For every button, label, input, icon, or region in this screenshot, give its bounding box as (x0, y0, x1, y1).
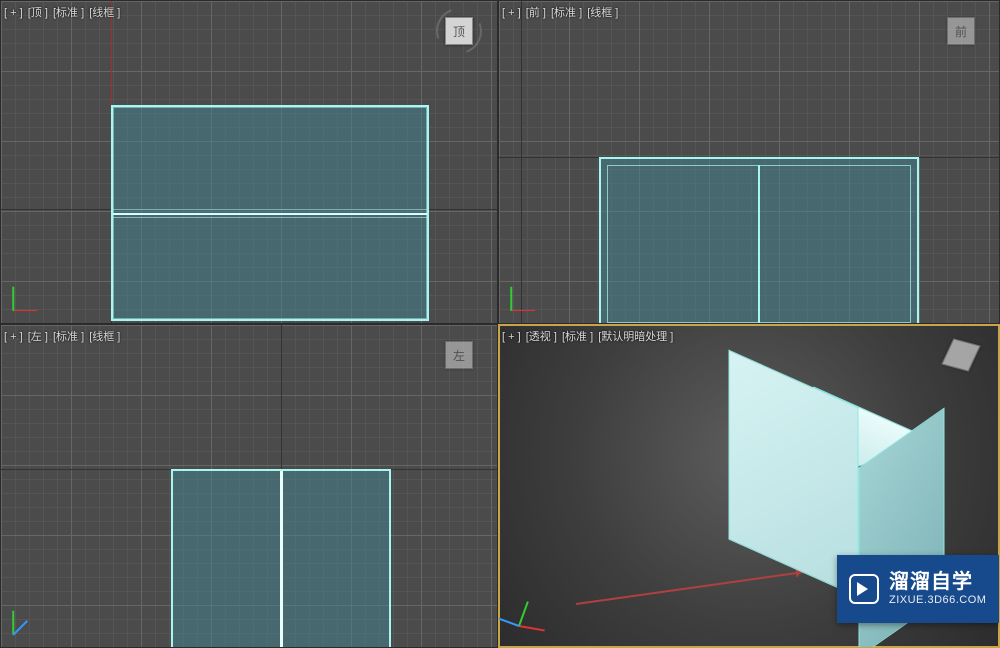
viewcube[interactable]: 左 (435, 331, 483, 379)
viewport-plus-toggle[interactable]: [ + ] (502, 7, 521, 19)
viewport-grid: [ + ] [顶 ] [标准 ] [线框 ] 顶 [ + ] [前 ] [标准 … (0, 0, 1000, 648)
watermark-banner: 溜溜自学 ZIXUE.3D66.COM (837, 555, 999, 623)
viewport-shading-mode[interactable]: [线框 ] (89, 7, 120, 19)
model-wireframe-front[interactable] (599, 157, 919, 324)
viewcube-label: 前 (955, 23, 967, 40)
model-wireframe-top[interactable] (111, 105, 429, 321)
model-shaded[interactable] (749, 498, 750, 499)
viewcube[interactable] (937, 331, 985, 379)
axis-y (12, 286, 14, 310)
viewport-name[interactable]: [透视 ] (526, 331, 557, 343)
viewport-standard[interactable]: [标准 ] (562, 331, 593, 343)
gizmo-axis-arrow[interactable] (576, 571, 804, 605)
viewport-label[interactable]: [ + ] [前 ] [标准 ] [线框 ] (502, 4, 620, 20)
viewport-top[interactable]: [ + ] [顶 ] [标准 ] [线框 ] 顶 (0, 0, 498, 324)
axis-tripod (513, 593, 553, 633)
axis-tripod (9, 603, 45, 639)
play-icon (849, 574, 879, 604)
viewport-standard[interactable]: [标准 ] (53, 331, 84, 343)
viewport-name[interactable]: [左 ] (28, 331, 48, 343)
model-wireframe-left[interactable] (171, 469, 391, 648)
viewport-label[interactable]: [ + ] [透视 ] [标准 ] [默认明暗处理 ] (502, 328, 675, 344)
viewport-name[interactable]: [前 ] (526, 7, 546, 19)
edge-mid-offset-b (113, 217, 427, 218)
viewport-plus-toggle[interactable]: [ + ] (4, 7, 23, 19)
viewcube[interactable]: 前 (937, 7, 985, 55)
axis-z (12, 620, 27, 635)
axis-y (518, 601, 529, 626)
axis-vertical (521, 1, 522, 323)
viewport-name[interactable]: [顶 ] (28, 7, 48, 19)
viewcube-face[interactable]: 左 (445, 341, 473, 369)
edge-mid-offset-a (113, 209, 427, 210)
viewport-shading-mode[interactable]: [默认明暗处理 ] (598, 331, 673, 343)
axis-tripod (507, 279, 543, 315)
viewport-shading-mode[interactable]: [线框 ] (89, 331, 120, 343)
viewport-shading-mode[interactable]: [线框 ] (587, 7, 618, 19)
axis-x (519, 625, 545, 631)
viewcube-ring[interactable] (428, 0, 489, 61)
axis-x (511, 310, 535, 312)
viewport-plus-toggle[interactable]: [ + ] (502, 331, 521, 343)
viewport-front[interactable]: [ + ] [前 ] [标准 ] [线框 ] 前 (498, 0, 1000, 324)
viewport-label[interactable]: [ + ] [顶 ] [标准 ] [线框 ] (4, 4, 122, 20)
axis-x (13, 310, 37, 312)
panel-divider (758, 165, 760, 323)
viewport-standard[interactable]: [标准 ] (551, 7, 582, 19)
viewcube[interactable]: 顶 (435, 7, 483, 55)
watermark-url: ZIXUE.3D66.COM (889, 594, 986, 607)
viewport-perspective[interactable]: [ + ] [透视 ] [标准 ] [默认明暗处理 ] 溜溜自学 ZIXUE.3… (498, 324, 1000, 648)
panel-divider (280, 471, 283, 648)
viewport-left[interactable]: [ + ] [左 ] [标准 ] [线框 ] 左 (0, 324, 498, 648)
viewport-label[interactable]: [ + ] [左 ] [标准 ] [线框 ] (4, 328, 122, 344)
axis-tripod (9, 279, 45, 315)
axis-y (12, 610, 14, 634)
watermark-title: 溜溜自学 (889, 571, 986, 594)
viewcube-label: 左 (453, 347, 465, 364)
edge-mid (113, 213, 427, 215)
viewcube-face[interactable]: 前 (947, 17, 975, 45)
axis-y (510, 286, 512, 310)
viewcube-face[interactable] (941, 338, 980, 371)
viewport-plus-toggle[interactable]: [ + ] (4, 331, 23, 343)
viewport-standard[interactable]: [标准 ] (53, 7, 84, 19)
